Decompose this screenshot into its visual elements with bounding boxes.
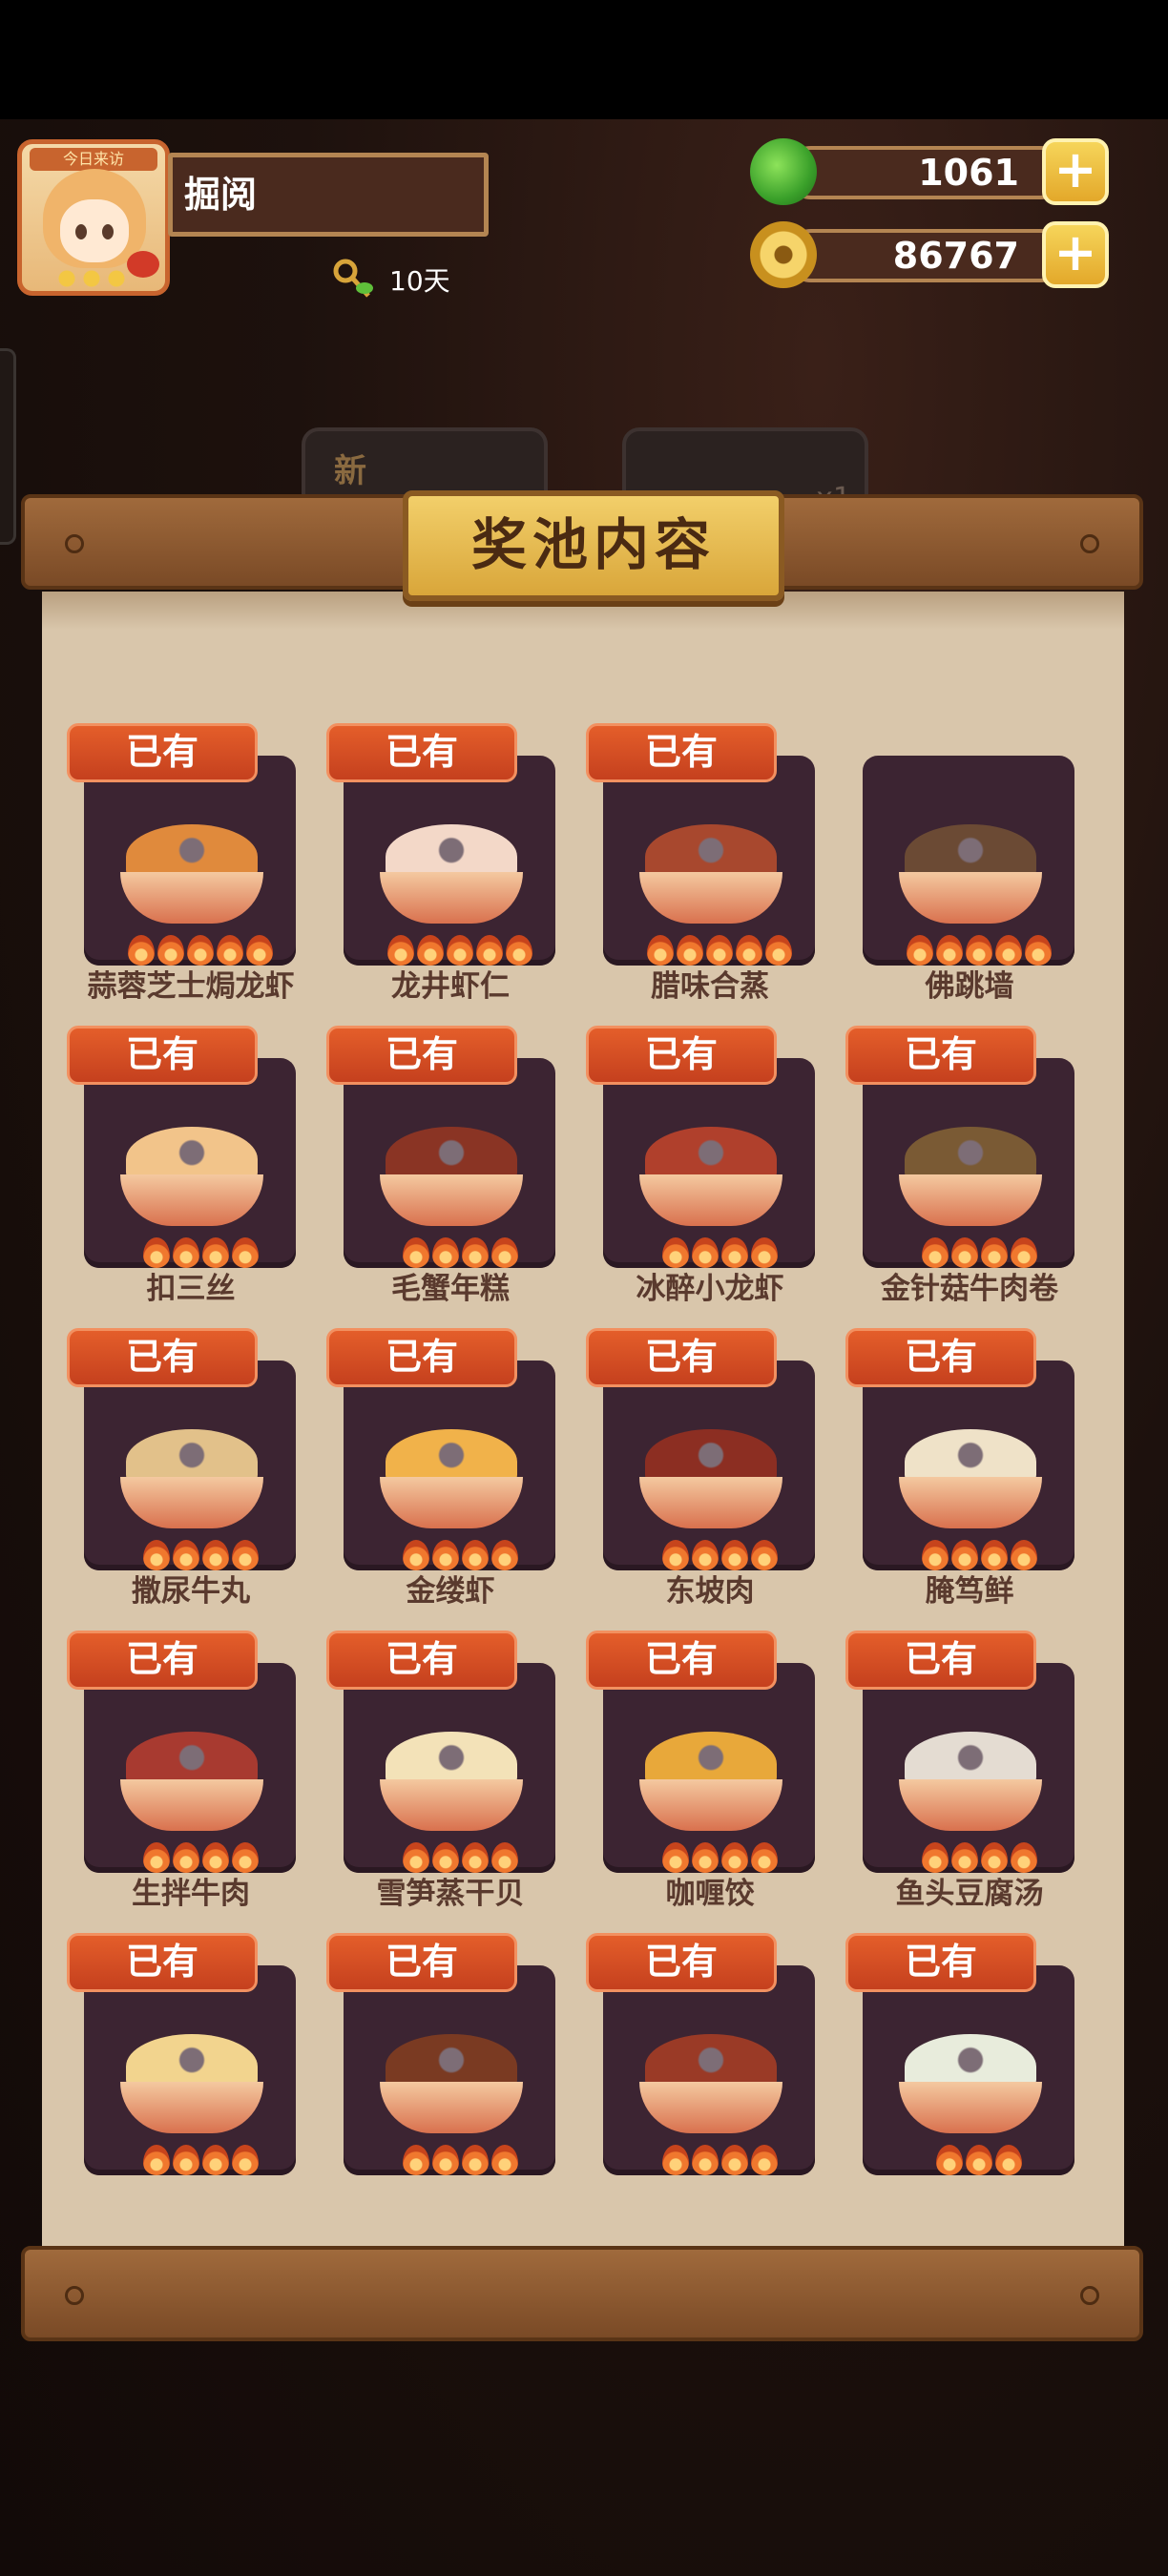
- gold-amount: 86767: [784, 229, 1067, 282]
- dish-name: 金缕虾: [406, 1574, 495, 1609]
- dish-card[interactable]: 已有金缕虾: [326, 1322, 555, 1609]
- dish-card[interactable]: 已有东坡肉: [586, 1322, 815, 1609]
- flame-icon: [201, 2145, 229, 2175]
- dish-card[interactable]: 已有雪笋蒸干贝: [326, 1625, 555, 1911]
- rarity-flames: [884, 2145, 1074, 2175]
- dish-name: 腊味合蒸: [651, 969, 769, 1004]
- rarity-flames: [105, 2145, 296, 2175]
- dish-name: 龙井虾仁: [391, 969, 510, 1004]
- dish-name: 咖喱饺: [665, 1877, 755, 1911]
- dish-card[interactable]: 佛跳墙: [845, 717, 1074, 1004]
- owned-badge: 已有: [586, 1631, 777, 1690]
- owned-badge: 已有: [586, 1026, 777, 1085]
- owned-badge: 已有: [845, 1328, 1036, 1387]
- owned-badge: 已有: [586, 1328, 777, 1387]
- jade-currency: 1061 +: [750, 136, 1109, 205]
- dish-card[interactable]: 已有: [586, 1927, 815, 2204]
- player-name[interactable]: 掘阅: [168, 153, 489, 237]
- dish-name: 雪笋蒸干贝: [376, 1877, 525, 1911]
- dish-name: 佛跳墙: [925, 969, 1014, 1004]
- dish-name: 蒜蓉芝士焗龙虾: [87, 969, 295, 1004]
- owned-badge: 已有: [326, 1328, 517, 1387]
- dish-card[interactable]: 已有龙井虾仁: [326, 717, 555, 1004]
- gold-coin-icon: [750, 221, 817, 288]
- scroll-bottom-rod: [21, 2246, 1143, 2341]
- gold-currency: 86767 +: [750, 219, 1109, 288]
- flame-icon: [231, 2145, 259, 2175]
- add-gold-button[interactable]: +: [1042, 221, 1109, 288]
- coins-icon: [58, 270, 125, 287]
- new-tag-label: 新: [334, 452, 366, 490]
- dish-card[interactable]: 已有扣三丝: [67, 1020, 296, 1306]
- dish-card[interactable]: 已有冰醉小龙虾: [586, 1020, 815, 1306]
- dish-card[interactable]: 已有腊味合蒸: [586, 717, 815, 1004]
- owned-badge: 已有: [326, 1631, 517, 1690]
- dish-card[interactable]: 已有腌笃鲜: [845, 1322, 1074, 1609]
- flame-icon: [142, 2145, 170, 2175]
- owned-badge: 已有: [845, 1933, 1036, 1992]
- dish-card[interactable]: 已有毛蟹年糕: [326, 1020, 555, 1306]
- dish-name: 东坡肉: [665, 1574, 755, 1609]
- dish-card[interactable]: 已有鱼头豆腐汤: [845, 1625, 1074, 1911]
- flame-icon: [172, 2145, 199, 2175]
- days-counter: 10天: [332, 254, 450, 305]
- key-icon: [332, 258, 376, 301]
- jade-coin-icon: [750, 138, 817, 205]
- panel-title: 奖池内容: [403, 490, 784, 601]
- flame-icon: [936, 2145, 963, 2175]
- dish-card[interactable]: 已有咖喱饺: [586, 1625, 815, 1911]
- dish-card[interactable]: 已有撒尿牛丸: [67, 1322, 296, 1609]
- side-handle[interactable]: [0, 348, 16, 545]
- dish-card[interactable]: 已有蒜蓉芝士焗龙虾: [67, 717, 296, 1004]
- dish-name: 毛蟹年糕: [391, 1272, 510, 1306]
- owned-badge: 已有: [326, 723, 517, 782]
- dish-name: 撒尿牛丸: [132, 1574, 250, 1609]
- flame-icon: [431, 2145, 459, 2175]
- owned-badge: 已有: [586, 723, 777, 782]
- player-avatar[interactable]: 今日来访: [17, 139, 170, 296]
- dish-card[interactable]: 已有: [845, 1927, 1074, 2204]
- jade-amount: 1061: [784, 146, 1067, 199]
- flame-icon: [490, 2145, 518, 2175]
- dish-card[interactable]: 已有金针菇牛肉卷: [845, 1020, 1074, 1306]
- days-value: 10天: [389, 265, 450, 297]
- avatar-banner: 今日来访: [30, 148, 157, 171]
- flame-icon: [966, 2145, 992, 2175]
- rarity-flames: [365, 2145, 555, 2175]
- owned-badge: 已有: [67, 1328, 258, 1387]
- owned-badge: 已有: [67, 723, 258, 782]
- status-bar: [0, 0, 1168, 119]
- owned-badge: 已有: [67, 1026, 258, 1085]
- dish-name: 扣三丝: [146, 1272, 236, 1306]
- owned-badge: 已有: [326, 1933, 517, 1992]
- owned-badge: 已有: [67, 1631, 258, 1690]
- flame-icon: [461, 2145, 489, 2175]
- owned-badge: 已有: [326, 1026, 517, 1085]
- dish-card[interactable]: 已有生拌牛肉: [67, 1625, 296, 1911]
- flame-icon: [750, 2145, 778, 2175]
- dish-name: 金针菇牛肉卷: [881, 1272, 1058, 1306]
- add-jade-button[interactable]: +: [1042, 138, 1109, 205]
- dish-name: 腌笃鲜: [925, 1574, 1014, 1609]
- owned-badge: 已有: [586, 1933, 777, 1992]
- crab-icon: [127, 251, 159, 278]
- owned-badge: 已有: [845, 1026, 1036, 1085]
- flame-icon: [402, 2145, 429, 2175]
- faded-scroll-remnant: [477, 637, 725, 666]
- flame-icon: [995, 2145, 1022, 2175]
- dish-card[interactable]: 已有: [326, 1927, 555, 2204]
- owned-badge: 已有: [845, 1631, 1036, 1690]
- flame-icon: [720, 2145, 748, 2175]
- flame-icon: [661, 2145, 689, 2175]
- dish-name: 冰醉小龙虾: [636, 1272, 784, 1306]
- flame-icon: [691, 2145, 719, 2175]
- dish-card[interactable]: 已有: [67, 1927, 296, 2204]
- dish-name: 生拌牛肉: [132, 1877, 250, 1911]
- owned-badge: 已有: [67, 1933, 258, 1992]
- dish-name: 鱼头豆腐汤: [895, 1877, 1044, 1911]
- rarity-flames: [624, 2145, 815, 2175]
